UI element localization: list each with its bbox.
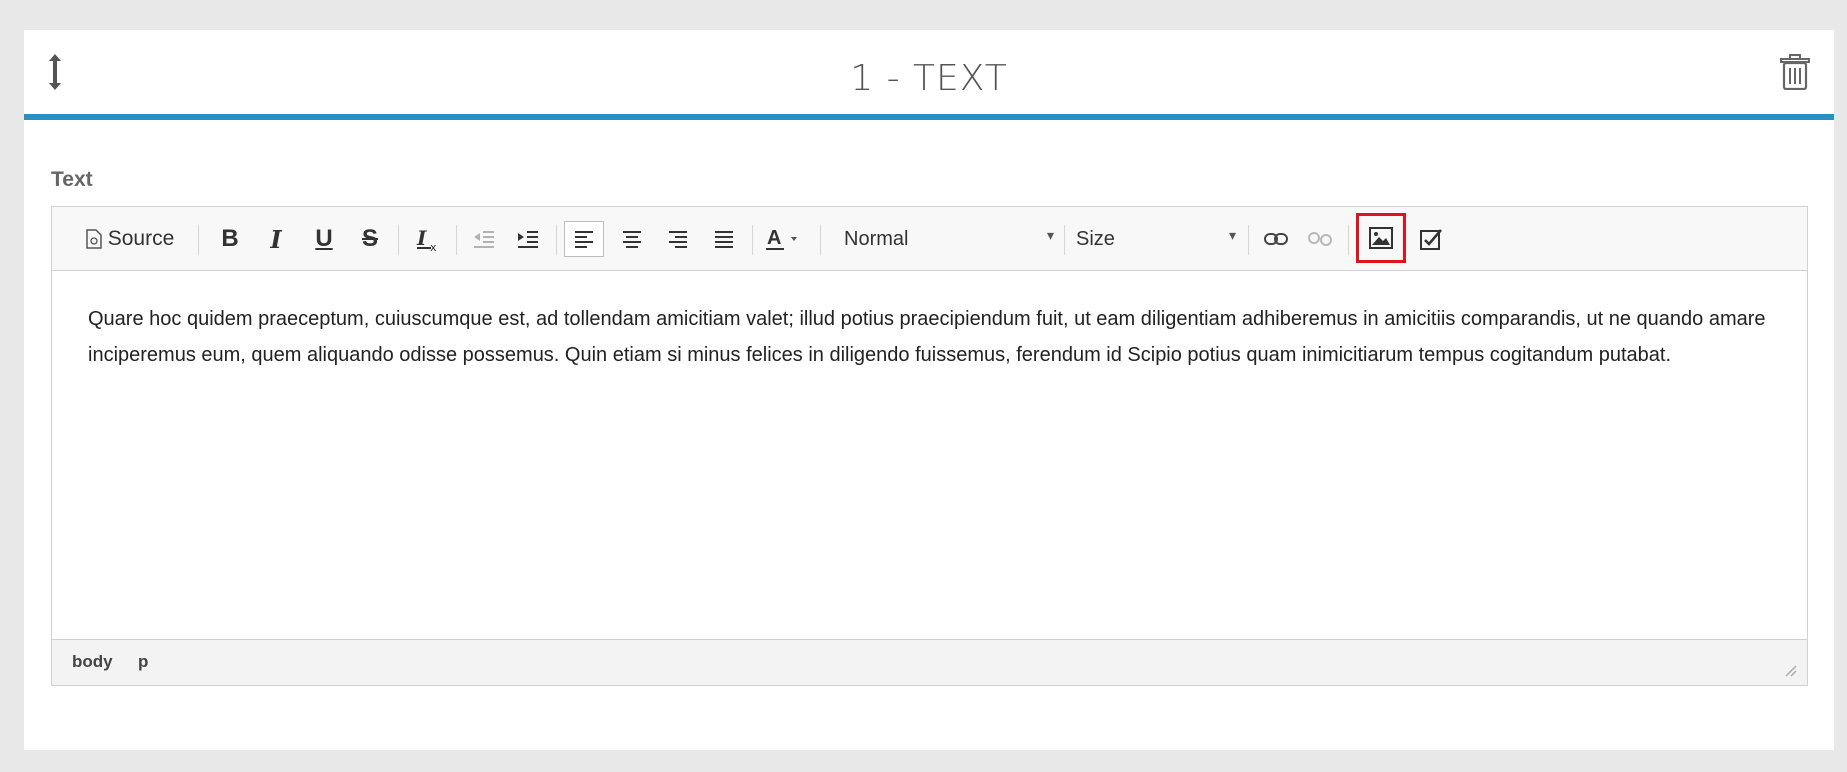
unlink-icon <box>1308 232 1332 246</box>
toolbar-separator <box>1348 225 1349 255</box>
content-paragraph: Quare hoc quidem praeceptum, cuiuscumque… <box>88 308 1766 366</box>
toolbar-separator <box>198 225 199 255</box>
toolbar-separator <box>1248 225 1249 255</box>
path-item-p[interactable]: p <box>138 652 148 672</box>
align-right-icon <box>669 231 687 248</box>
link-button[interactable] <box>1258 221 1294 257</box>
indent-button[interactable] <box>510 221 546 257</box>
insert-image-button[interactable] <box>1356 213 1406 263</box>
rich-text-editor: Source B I U S Ix A Normal ▾ Size ▾ Quar… <box>51 206 1808 686</box>
image-icon <box>1369 227 1393 249</box>
svg-text:A: A <box>767 227 781 249</box>
svg-text:x: x <box>430 241 437 252</box>
align-left-icon <box>575 231 593 248</box>
align-left-button[interactable] <box>564 221 604 257</box>
panel-header: 1 - TEXT <box>24 30 1834 120</box>
text-color-icon: A <box>766 227 797 250</box>
chevron-down-icon: ▾ <box>1046 227 1054 243</box>
toolbar-separator <box>820 225 821 255</box>
format-value: Normal <box>844 227 909 250</box>
toolbar-separator <box>456 225 457 255</box>
resize-handle-icon[interactable] <box>1783 663 1797 677</box>
chevron-down-icon: ▾ <box>1228 227 1236 243</box>
strikethrough-button[interactable]: S <box>352 221 388 257</box>
source-button[interactable]: Source <box>76 221 184 257</box>
remove-format-button[interactable]: Ix <box>408 221 448 257</box>
toolbar-separator <box>1064 225 1065 255</box>
checkbox-icon <box>1420 229 1442 250</box>
link-icon <box>1264 233 1288 245</box>
indent-icon <box>518 231 538 248</box>
size-value: Size <box>1076 227 1115 250</box>
bold-button[interactable]: B <box>212 221 248 257</box>
editor-toolbar: Source B I U S Ix A Normal ▾ Size ▾ <box>52 207 1807 271</box>
field-label: Text <box>51 168 93 191</box>
path-item-body[interactable]: body <box>72 652 113 672</box>
justify-icon <box>715 231 733 248</box>
editor-content[interactable]: Quare hoc quidem praeceptum, cuiuscumque… <box>88 301 1768 373</box>
toolbar-separator <box>752 225 753 255</box>
editor-statusbar: body p <box>52 639 1807 685</box>
outdent-button[interactable] <box>466 221 502 257</box>
italic-button[interactable]: I <box>258 221 294 257</box>
text-color-button[interactable]: A <box>762 221 812 257</box>
unlink-button[interactable] <box>1302 221 1338 257</box>
outdent-icon <box>474 231 494 248</box>
text-panel: 1 - TEXT Text Source B I U S I x A Norma… <box>24 30 1834 750</box>
checkbox-button[interactable] <box>1414 221 1450 257</box>
underline-button[interactable]: U <box>306 221 342 257</box>
toolbar-separator <box>398 225 399 255</box>
panel-title: 1 - TEXT <box>850 58 1008 99</box>
source-label: Source <box>107 227 175 250</box>
trash-icon[interactable] <box>1780 54 1810 91</box>
justify-button[interactable] <box>704 221 744 257</box>
remove-format-icon: Ix <box>416 226 437 252</box>
align-center-button[interactable] <box>612 221 652 257</box>
format-dropdown[interactable]: Normal ▾ <box>844 221 1054 257</box>
svg-text:I: I <box>416 226 427 250</box>
size-dropdown[interactable]: Size ▾ <box>1076 221 1236 257</box>
align-right-button[interactable] <box>658 221 698 257</box>
align-center-icon <box>623 231 641 248</box>
toolbar-separator <box>556 225 557 255</box>
source-icon <box>85 229 102 249</box>
